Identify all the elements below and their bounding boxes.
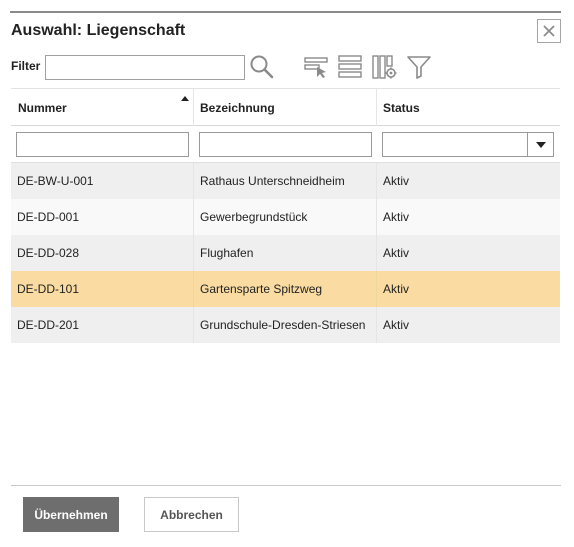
status-filter-input[interactable]	[382, 132, 528, 157]
nummer-filter-input[interactable]	[16, 132, 189, 157]
chevron-down-icon	[535, 141, 546, 148]
cell-bezeichnung: Grundschule-Dresden-Striesen	[200, 318, 366, 332]
cell-status: Aktiv	[383, 174, 410, 188]
column-divider	[193, 307, 194, 343]
cell-status: Aktiv	[383, 282, 410, 296]
search-button[interactable]	[249, 53, 275, 81]
column-divider	[193, 235, 194, 271]
footer-divider	[11, 485, 561, 486]
column-chooser-button[interactable]	[304, 53, 330, 81]
column-settings-icon	[372, 55, 397, 79]
column-divider	[376, 271, 377, 307]
column-divider	[193, 163, 194, 199]
column-divider	[193, 89, 194, 126]
selection-dialog: Auswahl: Liegenschaft Filter Nummer Beze…	[0, 0, 574, 547]
column-header-bezeichnung[interactable]: Bezeichnung	[193, 89, 376, 126]
filter-funnel-button[interactable]	[406, 53, 432, 81]
cell-nummer: DE-BW-U-001	[17, 174, 94, 188]
grid-header-row: Nummer Bezeichnung Status	[11, 88, 560, 126]
column-header-label: Nummer	[18, 100, 67, 115]
sort-ascending-icon	[181, 96, 189, 101]
table-row[interactable]: DE-DD-001 Gewerbegrundstück Aktiv	[11, 199, 560, 235]
cell-bezeichnung: Flughafen	[200, 246, 254, 260]
column-divider	[193, 199, 194, 235]
column-header-nummer[interactable]: Nummer	[11, 89, 193, 126]
filter-label: Filter	[11, 59, 41, 73]
search-icon	[250, 55, 274, 79]
column-divider	[376, 199, 377, 235]
cell-bezeichnung: Gewerbegrundstück	[200, 210, 308, 224]
column-chooser-icon	[304, 57, 328, 78]
column-divider	[376, 307, 377, 343]
column-header-label: Status	[383, 100, 420, 115]
column-settings-button[interactable]	[372, 53, 398, 81]
column-divider	[376, 89, 377, 126]
table-row-selected[interactable]: DE-DD-101 Gartensparte Spitzweg Aktiv	[11, 271, 560, 307]
table-row[interactable]: DE-DD-028 Flughafen Aktiv	[11, 235, 560, 271]
cancel-button[interactable]: Abbrechen	[144, 497, 239, 532]
status-filter-dropdown[interactable]	[527, 132, 554, 157]
column-header-status[interactable]: Status	[376, 89, 560, 126]
close-icon	[543, 25, 555, 37]
cell-nummer: DE-DD-028	[17, 246, 80, 260]
rows-button[interactable]	[338, 53, 364, 81]
column-divider	[193, 271, 194, 307]
column-divider	[376, 163, 377, 199]
column-filter-row	[11, 126, 560, 163]
data-grid: Nummer Bezeichnung Status DE-BW-U-001 Ra…	[11, 88, 560, 343]
bezeichnung-filter-input[interactable]	[199, 132, 372, 157]
filter-input[interactable]	[45, 55, 245, 80]
table-row[interactable]: DE-DD-201 Grundschule-Dresden-Striesen A…	[11, 307, 560, 343]
cell-bezeichnung: Rathaus Unterschneidheim	[200, 174, 345, 188]
top-divider	[10, 11, 561, 13]
close-button[interactable]	[537, 19, 561, 43]
table-row[interactable]: DE-BW-U-001 Rathaus Unterschneidheim Akt…	[11, 163, 560, 199]
cell-bezeichnung: Gartensparte Spitzweg	[200, 282, 323, 296]
cell-nummer: DE-DD-201	[17, 318, 80, 332]
dialog-title: Auswahl: Liegenschaft	[11, 22, 186, 39]
cell-status: Aktiv	[383, 318, 410, 332]
cell-status: Aktiv	[383, 246, 410, 260]
column-divider	[376, 235, 377, 271]
cell-status: Aktiv	[383, 210, 410, 224]
cell-nummer: DE-DD-001	[17, 210, 80, 224]
accept-button[interactable]: Übernehmen	[23, 497, 119, 532]
rows-icon	[338, 55, 362, 78]
cell-nummer: DE-DD-101	[17, 282, 80, 296]
filter-funnel-icon	[407, 56, 431, 79]
column-header-label: Bezeichnung	[200, 100, 275, 115]
